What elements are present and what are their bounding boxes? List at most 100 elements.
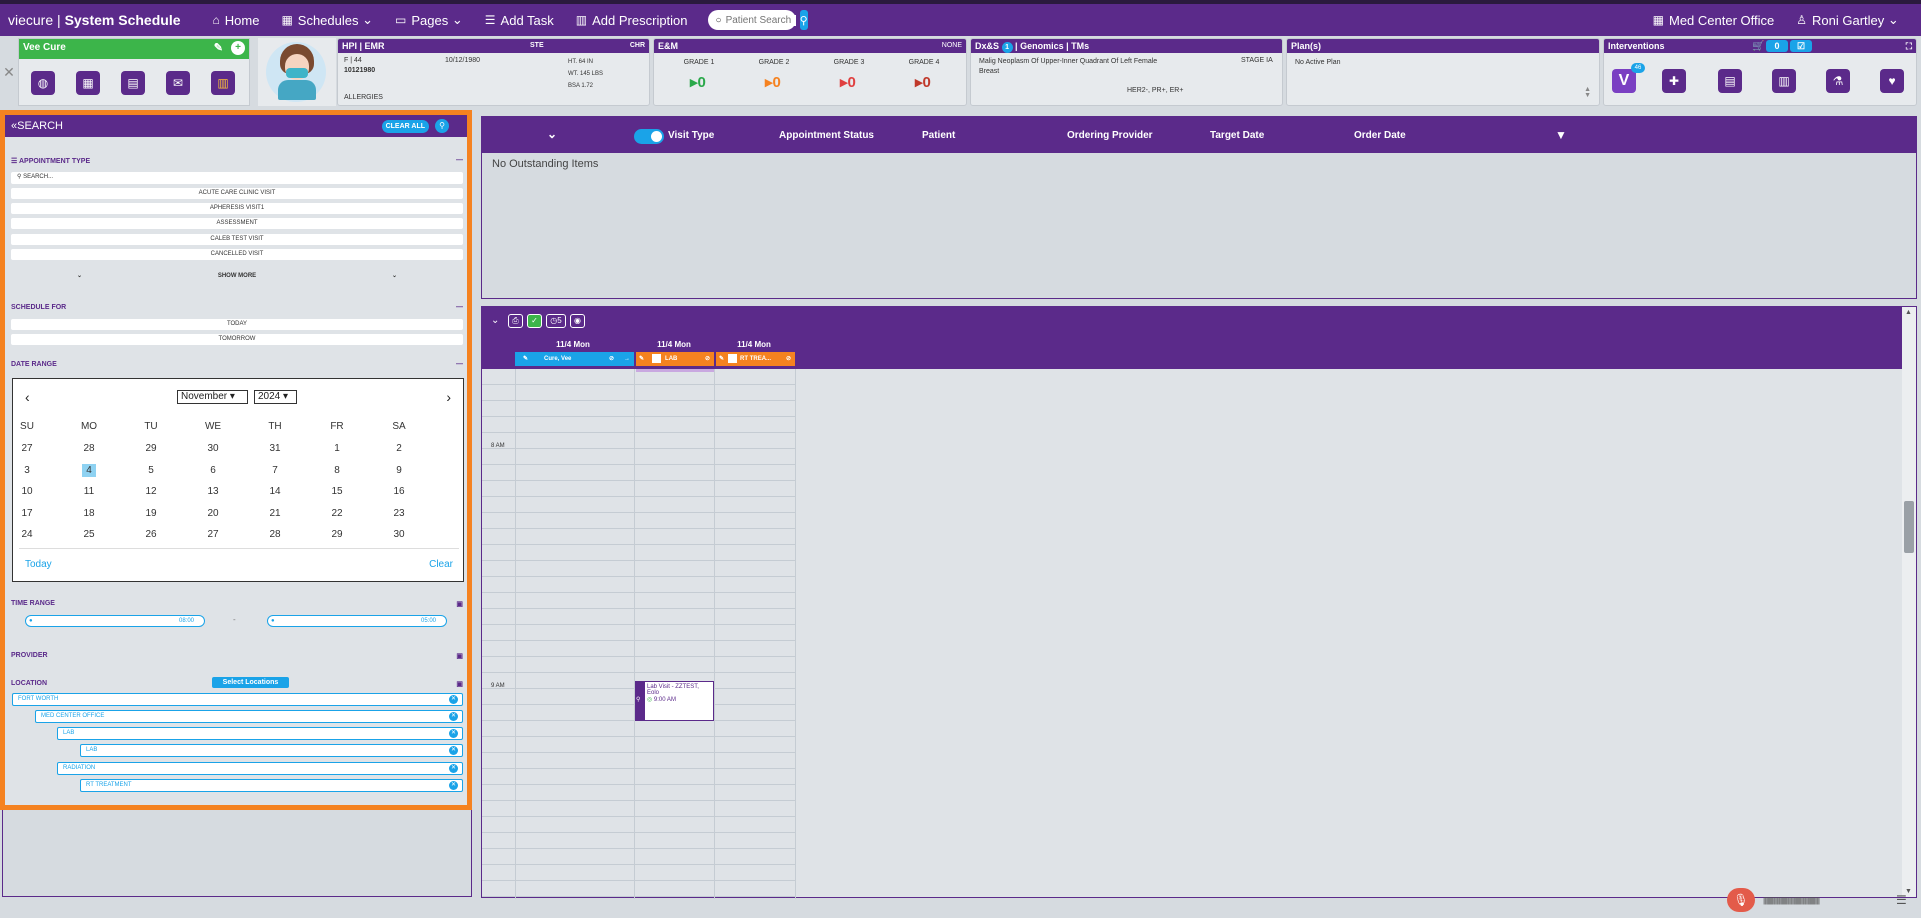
patient-name[interactable]: Vee Cure ✎ + <box>19 39 249 59</box>
end-time-input[interactable]: ● 05:00 <box>267 615 447 627</box>
cart-icon[interactable]: 🛒 <box>1752 40 1764 54</box>
eye-icon[interactable]: ◉ <box>570 314 585 328</box>
calendar-day[interactable]: 16 <box>379 486 419 497</box>
calendar-day[interactable]: 5 <box>131 465 171 476</box>
circle-check-icon[interactable]: ⊘ <box>705 352 710 366</box>
interventions-card[interactable]: Interventions 🛒 0 ☑ ⛶ V 46 ✚ ▤ ▥ ⚗ ♥ <box>1603 38 1917 106</box>
col-order-date[interactable]: Order Date <box>1354 130 1406 141</box>
calendar-day[interactable]: 25 <box>69 529 109 540</box>
calendar-day[interactable]: 4 <box>69 463 109 477</box>
col-target-date[interactable]: Target Date <box>1210 130 1264 141</box>
calendar-icon[interactable]: ▦ <box>76 71 100 95</box>
time-slot[interactable] <box>482 817 796 833</box>
resource-column-header[interactable]: ✎ Cure, Vee ⊘ → <box>515 352 634 366</box>
patient-search[interactable]: ○ <box>707 10 796 30</box>
calendar-day[interactable]: 27 <box>193 529 233 540</box>
appt-type-option[interactable]: APHERESIS VISIT1 <box>11 203 463 214</box>
time-slot[interactable] <box>482 657 796 673</box>
calendar-day[interactable]: 1 <box>317 443 357 454</box>
time-slot[interactable] <box>482 593 796 609</box>
minimize-icon[interactable]: — <box>456 361 463 368</box>
calendar-day[interactable]: 18 <box>69 508 109 519</box>
time-slot[interactable] <box>482 753 796 769</box>
calendar-day[interactable]: 19 <box>131 508 171 519</box>
today-button[interactable]: Today <box>25 559 52 570</box>
remove-icon[interactable]: ✕ <box>449 781 458 790</box>
double-chevron-down-icon[interactable]: ⌄ <box>491 315 499 326</box>
user-menu[interactable]: ♙ Roni Gartley ⌄ <box>1796 12 1899 28</box>
appt-type-option[interactable]: CALEB TEST VISIT <box>11 234 463 245</box>
appt-type-option[interactable]: ASSESSMENT <box>11 218 463 229</box>
minimize-icon[interactable]: — <box>456 304 463 311</box>
patient-search-input[interactable] <box>725 14 796 26</box>
nav-add-task[interactable]: ☰ Add Task <box>485 13 554 28</box>
calendar-day[interactable]: 14 <box>255 486 295 497</box>
print-icon[interactable]: ⎙ <box>508 314 523 328</box>
appt-type-option[interactable]: ACUTE CARE CLINIC VISIT <box>11 188 463 199</box>
calendar-day[interactable]: 20 <box>193 508 233 519</box>
start-time-input[interactable]: ● 08:00 <box>25 615 205 627</box>
pharmacy-icon[interactable]: ✚ <box>1662 69 1686 93</box>
calendar-day[interactable]: 7 <box>255 465 295 476</box>
select-locations-button[interactable]: Select Locations <box>212 677 289 688</box>
col-ordering-provider[interactable]: Ordering Provider <box>1067 130 1153 141</box>
appointment-block[interactable]: ⚲ Lab Visit - ZZTEST, Eolo ◎ 9:00 AM <box>635 681 714 721</box>
location-chip[interactable]: LAB ✕ <box>80 744 463 757</box>
filter-icon[interactable]: ▼ <box>1555 128 1567 142</box>
mar-icon[interactable]: ▤ <box>1718 69 1742 93</box>
calendar-day[interactable]: 8 <box>317 465 357 476</box>
time-slot[interactable] <box>482 721 796 737</box>
year-select[interactable]: 2024 ▾ <box>254 390 297 404</box>
chart-icon[interactable]: ▥ <box>1772 69 1796 93</box>
remove-icon[interactable]: ✕ <box>449 746 458 755</box>
calendar-day[interactable]: 15 <box>317 486 357 497</box>
edit-icon[interactable]: ✎ <box>719 356 724 362</box>
time-slot[interactable] <box>482 769 796 785</box>
resource-column-header[interactable]: ✎ RT TREA... ⊘ <box>716 352 795 366</box>
time-slot[interactable] <box>482 449 796 465</box>
time-slot[interactable] <box>482 545 796 561</box>
double-chevron-down-icon[interactable]: ⌄ <box>547 127 557 141</box>
lab-icon[interactable]: ⚗ <box>1826 69 1850 93</box>
clear-all-button[interactable]: CLEAR ALL <box>381 120 429 133</box>
remove-icon[interactable]: ✕ <box>449 729 458 738</box>
calendar-day[interactable]: 28 <box>69 443 109 454</box>
calendar-day[interactable]: 6 <box>193 465 233 476</box>
clear-date-button[interactable]: Clear <box>429 559 453 570</box>
calendar-day[interactable]: 24 <box>7 529 47 540</box>
viecure-v-icon[interactable]: V <box>1612 69 1636 93</box>
scroll-thumb[interactable] <box>1904 501 1914 553</box>
location-chip[interactable]: LAB ✕ <box>57 727 463 740</box>
remove-icon[interactable]: ✕ <box>449 764 458 773</box>
schedule-scrollbar[interactable]: ▲ ▼ <box>1902 307 1916 897</box>
checkbox[interactable] <box>728 353 738 363</box>
calendar-day[interactable]: 3 <box>7 465 47 476</box>
schedule-tomorrow-option[interactable]: TOMORROW <box>11 334 463 345</box>
time-slot[interactable] <box>482 433 796 449</box>
calendar-day[interactable]: 29 <box>131 443 171 454</box>
note-icon[interactable]: ✎ <box>214 41 223 54</box>
time-slot[interactable] <box>482 401 796 417</box>
minimize-icon[interactable]: — <box>456 157 463 164</box>
calendar-day[interactable]: 12 <box>131 486 171 497</box>
document-icon[interactable]: ▥ <box>211 71 235 95</box>
close-patient-icon[interactable]: ✕ <box>2 40 16 104</box>
calendar-day[interactable]: 23 <box>379 508 419 519</box>
time-slot[interactable] <box>482 785 796 801</box>
time-slot[interactable] <box>482 865 796 881</box>
patient-search-button[interactable]: ⚲ <box>799 10 808 30</box>
grade-4-value[interactable]: ▸0 <box>915 73 931 91</box>
schedule-grid[interactable]: 8 AM 9 AM ⚲ Lab Visit - ZZTEST, Eolo ◎ 9:0… <box>482 369 796 899</box>
plan-card[interactable]: Plan(s) No Active Plan ▲ ▼ <box>1286 38 1600 106</box>
check-icon[interactable]: ✓ <box>527 314 542 328</box>
cart-check-icon[interactable]: ☑ <box>1790 40 1812 52</box>
remove-icon[interactable]: ✕ <box>449 712 458 721</box>
calendar-day[interactable]: 30 <box>193 443 233 454</box>
calendar-small-icon[interactable]: ▣ <box>456 600 463 608</box>
time-slot[interactable] <box>482 481 796 497</box>
col-patient[interactable]: Patient <box>922 130 955 141</box>
checkbox[interactable] <box>652 353 662 363</box>
microphone-button[interactable]: 🎙 <box>1727 888 1755 912</box>
location-chip[interactable]: RADIATION ✕ <box>57 762 463 775</box>
time-slot[interactable] <box>482 801 796 817</box>
